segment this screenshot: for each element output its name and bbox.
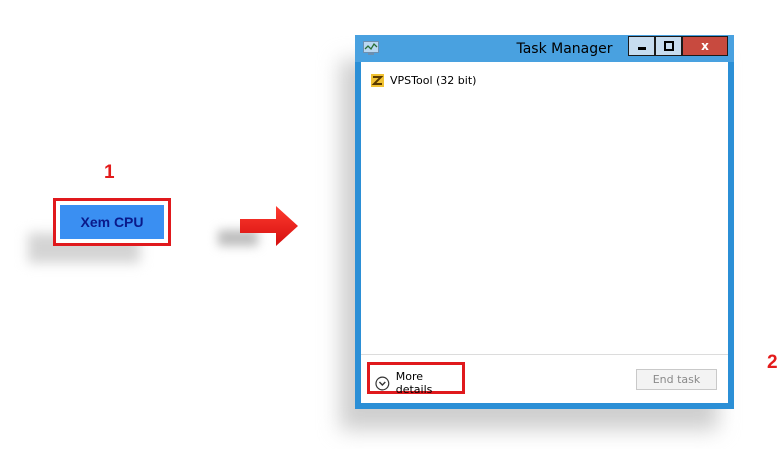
maximize-icon xyxy=(663,41,674,51)
task-manager-content: VPSTool (32 bit) 2 More details End task xyxy=(361,62,778,403)
xem-cpu-button[interactable]: Xem CPU xyxy=(60,205,164,239)
close-icon: x xyxy=(701,39,709,53)
vpstool-icon xyxy=(371,74,384,87)
title-bar[interactable]: Task Manager x xyxy=(355,35,734,62)
task-manager-window: Task Manager x VPSTool (32 bit) 2 More d… xyxy=(355,35,778,409)
close-button[interactable]: x xyxy=(682,36,728,56)
more-details-highlight-box: More details xyxy=(367,362,465,396)
more-details-toggle[interactable]: More details xyxy=(375,370,462,396)
minimize-icon xyxy=(637,47,646,50)
minimize-button[interactable] xyxy=(628,36,655,56)
end-task-button[interactable]: End task xyxy=(636,369,717,390)
process-name: VPSTool (32 bit) xyxy=(390,74,477,87)
more-details-label: More details xyxy=(395,370,433,396)
maximize-button[interactable] xyxy=(655,36,682,56)
step-1-label: 1 xyxy=(104,162,115,183)
step-2-label: 2 xyxy=(767,352,778,373)
tutorial-canvas: 1 Xem CPU Task Manager x VPSTool (32 bit… xyxy=(0,0,782,449)
footer-divider xyxy=(361,354,728,355)
list-item[interactable]: VPSTool (32 bit) xyxy=(371,74,476,87)
chevron-down-circle-icon xyxy=(375,376,390,390)
xem-cpu-highlight-box: Xem CPU xyxy=(53,198,171,246)
process-list: VPSTool (32 bit) xyxy=(361,62,728,354)
right-arrow-icon xyxy=(240,206,298,246)
